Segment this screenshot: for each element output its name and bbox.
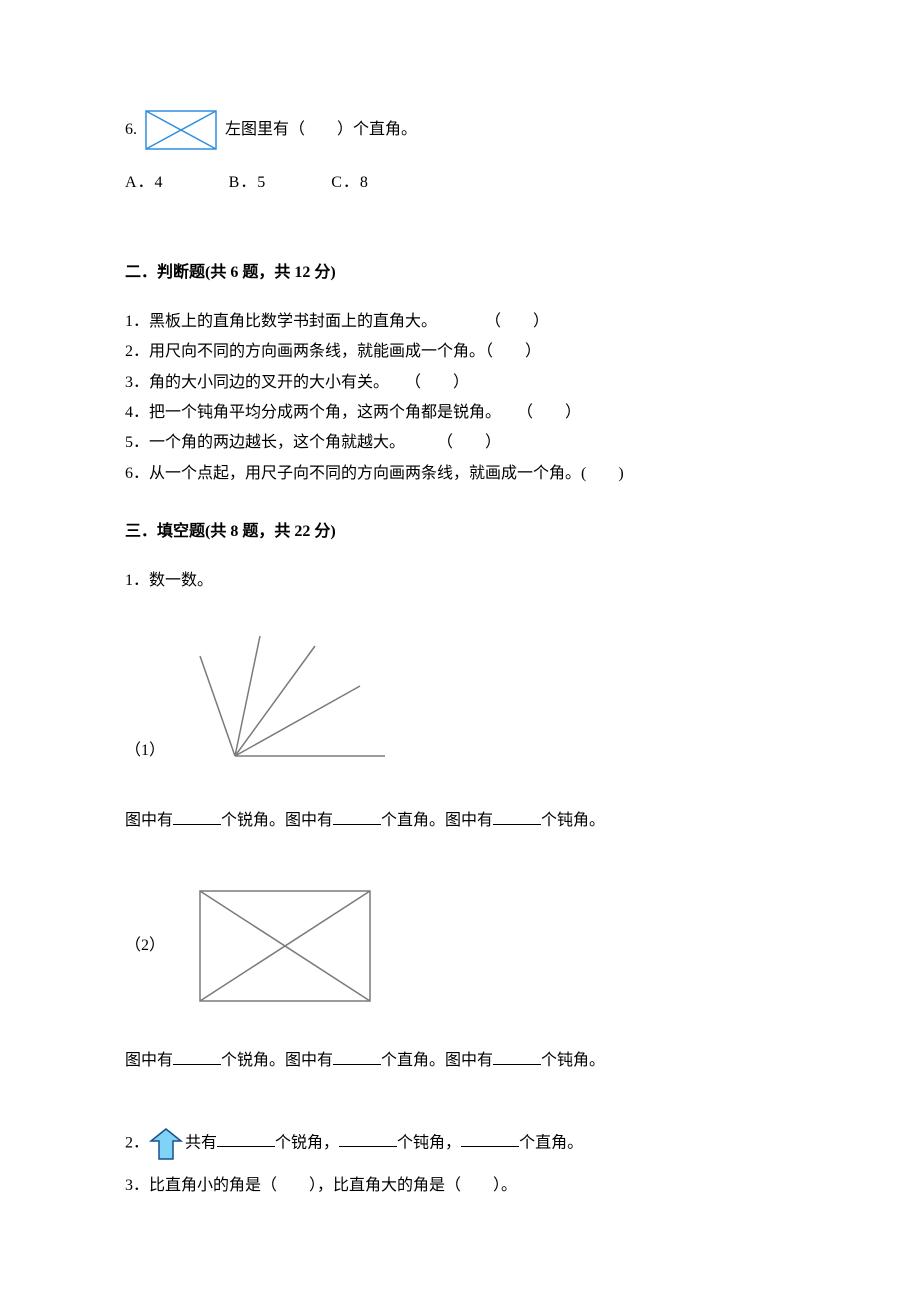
- q6-option-a: A．4: [125, 168, 164, 198]
- arrow-up-icon: [149, 1127, 183, 1161]
- text-fragment: 个钝角。: [541, 1052, 605, 1069]
- sub1-label: （1）: [125, 736, 195, 766]
- text-fragment: 共有: [185, 1134, 217, 1151]
- section2-title: 二．判断题(共 6 题，共 12 分): [125, 258, 795, 288]
- judge-item: 3．角的大小同边的叉开的大小有关。 （ ）: [125, 368, 795, 398]
- blank: [173, 808, 221, 825]
- section3-title: 三．填空题(共 8 题，共 22 分): [125, 517, 795, 547]
- blank: [173, 1048, 221, 1065]
- q6-figure: [145, 110, 217, 150]
- text-fragment: 个直角。图中有: [381, 812, 493, 829]
- blank: [333, 808, 381, 825]
- text-fragment: 图中有: [125, 1052, 173, 1069]
- text-fragment: 图中有: [125, 812, 173, 829]
- q1-label: 1．数一数。: [125, 566, 795, 596]
- q6-prefix: 6.: [125, 115, 137, 145]
- sub1-count-line: 图中有 个锐角。图中有 个直角。图中有 个钝角。: [125, 806, 795, 836]
- blank: [333, 1048, 381, 1065]
- sub2-figure: [195, 886, 375, 1006]
- q3-line: 3．比直角小的角是（ ），比直角大的角是（ ）。: [125, 1171, 795, 1201]
- text-fragment: 个直角。图中有: [381, 1052, 493, 1069]
- text-fragment: 个锐角。图中有: [221, 812, 333, 829]
- judge-item: 1．黑板上的直角比数学书封面上的直角大。 （ ）: [125, 307, 795, 337]
- blank: [461, 1130, 519, 1147]
- q2-prefix: 2．: [125, 1134, 149, 1151]
- blank: [339, 1130, 397, 1147]
- sub1-figure: [195, 626, 395, 766]
- blank: [493, 1048, 541, 1065]
- blank: [217, 1130, 275, 1147]
- q6-options: A．4 B．5 C．8: [125, 168, 795, 198]
- q2-line: 2． 共有 个锐角， 个钝角， 个直角。: [125, 1127, 795, 1161]
- blank: [493, 808, 541, 825]
- judge-item: 6．从一个点起，用尺子向不同的方向画两条线，就画成一个角。( ): [125, 459, 795, 489]
- text-fragment: 个锐角。图中有: [221, 1052, 333, 1069]
- judge-item: 4．把一个钝角平均分成两个角，这两个角都是锐角。 （ ）: [125, 398, 795, 428]
- section2-list: 1．黑板上的直角比数学书封面上的直角大。 （ ） 2．用尺向不同的方向画两条线，…: [125, 307, 795, 489]
- q6-option-c: C．8: [331, 168, 369, 198]
- sub2-label: （2）: [125, 931, 195, 961]
- judge-item: 5．一个角的两边越长，这个角就越大。 （ ）: [125, 428, 795, 458]
- text-fragment: 个钝角。: [541, 812, 605, 829]
- text-fragment: 个直角。: [519, 1134, 583, 1151]
- q6-text: 左图里有（ ）个直角。: [225, 115, 417, 145]
- text-fragment: 个钝角，: [397, 1134, 461, 1151]
- q6-option-b: B．5: [229, 168, 267, 198]
- judge-item: 2．用尺向不同的方向画两条线，就能画成一个角。（ ）: [125, 337, 795, 367]
- sub2-count-line: 图中有 个锐角。图中有 个直角。图中有 个钝角。: [125, 1046, 795, 1076]
- text-fragment: 个锐角，: [275, 1134, 339, 1151]
